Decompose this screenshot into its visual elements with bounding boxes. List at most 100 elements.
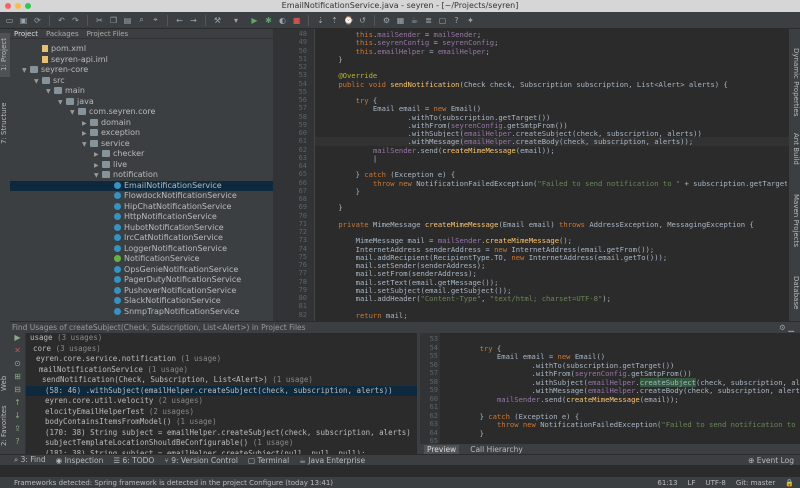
- vcs-history-icon[interactable]: ⌚: [343, 15, 354, 26]
- run-icon[interactable]: ▶: [249, 15, 260, 26]
- tree-item[interactable]: ▼ seyren-core: [10, 65, 273, 76]
- tree-item[interactable]: ▼ main: [10, 86, 273, 97]
- tree-item[interactable]: IrcCatNotificationService: [10, 233, 273, 244]
- tree-item[interactable]: ▼ service: [10, 139, 273, 150]
- tab-project-files-view[interactable]: Project Files: [87, 30, 129, 38]
- tool-inspection[interactable]: ◉ Inspection: [56, 456, 104, 465]
- debug-icon[interactable]: ✱: [263, 15, 274, 26]
- tree-item[interactable]: PushoverNotificationService: [10, 286, 273, 297]
- cut-icon[interactable]: ✂: [94, 15, 105, 26]
- usage-row[interactable]: usage (3 usages): [26, 333, 417, 344]
- collapse-all-icon[interactable]: ⊟: [10, 385, 25, 398]
- tree-item[interactable]: ▶ live: [10, 160, 273, 171]
- project-structure-icon[interactable]: ▦: [395, 15, 406, 26]
- tree-item[interactable]: ▼ src: [10, 76, 273, 87]
- sync-icon[interactable]: ⟳: [32, 15, 43, 26]
- usages-list[interactable]: usage (3 usages) core (3 usages) eyren.cor…: [26, 333, 417, 455]
- build-icon[interactable]: ⚒: [212, 15, 223, 26]
- tree-item[interactable]: EmailNotificationService: [10, 180, 273, 191]
- usage-row[interactable]: subjectTemplateLocationShouldBeConfigura…: [26, 438, 417, 449]
- vcs-update-icon[interactable]: ⇣: [315, 15, 326, 26]
- redo-icon[interactable]: ↷: [70, 15, 81, 26]
- tree-item[interactable]: HubotNotificationService: [10, 223, 273, 234]
- close-find-icon[interactable]: ✕: [10, 346, 25, 359]
- tree-item[interactable]: SnmpTrapNotificationService: [10, 307, 273, 318]
- help-icon[interactable]: ?: [10, 437, 25, 450]
- code-line[interactable]: }: [321, 55, 787, 64]
- tool-todo[interactable]: ☰ 6: TODO: [113, 456, 154, 465]
- next-occurrence-icon[interactable]: ↓: [10, 411, 25, 424]
- save-icon[interactable]: ▣: [18, 15, 29, 26]
- tree-item[interactable]: ▼ notification: [10, 170, 273, 181]
- code-line[interactable]: }: [321, 187, 787, 196]
- expand-all-icon[interactable]: ⊞: [10, 372, 25, 385]
- tab-structure[interactable]: 7: Structure: [0, 95, 10, 151]
- tool-java-enterprise[interactable]: ☕ Java Enterprise: [299, 456, 365, 465]
- tree-item[interactable]: ▶ checker: [10, 149, 273, 160]
- usage-row[interactable]: eyren.core.util.velocity (2 usages): [26, 396, 417, 407]
- vcs-commit-icon[interactable]: ⇡: [329, 15, 340, 26]
- code-line[interactable]: return mail;: [321, 311, 787, 320]
- stop-icon[interactable]: ■: [291, 15, 302, 26]
- run-config-dropdown[interactable]: ▾: [226, 15, 246, 26]
- previous-occurrence-icon[interactable]: ↑: [10, 398, 25, 411]
- git-branch[interactable]: Git: master: [736, 477, 775, 488]
- usage-row[interactable]: (58: 46) .withSubject(emailHelper.create…: [26, 385, 417, 396]
- tab-favorites[interactable]: 2: Favorites: [0, 401, 10, 451]
- close-icon[interactable]: [5, 3, 11, 9]
- tab-preview[interactable]: Preview: [424, 445, 460, 454]
- paste-icon[interactable]: ▤: [122, 15, 133, 26]
- tree-item[interactable]: pom.xml: [10, 44, 273, 55]
- zoom-icon[interactable]: [25, 3, 31, 9]
- tree-item[interactable]: HttpNotificationService: [10, 212, 273, 223]
- settings-icon[interactable]: ⚙: [779, 323, 786, 332]
- hide-icon[interactable]: ▁: [788, 323, 794, 332]
- tab-project[interactable]: 1: Project: [0, 33, 10, 77]
- rerun-icon[interactable]: ▶: [10, 333, 25, 346]
- usage-row[interactable]: sendNotification(Check, Subscription, Li…: [26, 375, 417, 386]
- copy-icon[interactable]: ❐: [108, 15, 119, 26]
- window-controls[interactable]: [5, 3, 31, 9]
- tab-dynamic-properties[interactable]: Dynamic Properties: [789, 41, 800, 123]
- code-editor[interactable]: 48 49 50 51 52 53 54 55 56 57 58 59 60 61 62 63 64 65 66 67…: [273, 29, 789, 321]
- back-icon[interactable]: ←: [174, 15, 185, 26]
- tool-terminal[interactable]: ▢ Terminal: [248, 456, 289, 465]
- tree-item[interactable]: ▼ java: [10, 97, 273, 108]
- open-folder-icon[interactable]: ▭: [4, 15, 15, 26]
- tool-find[interactable]: ⌕ 3: Find: [14, 455, 46, 465]
- tree-item[interactable]: ▶ domain: [10, 118, 273, 129]
- help-icon[interactable]: ?: [451, 15, 462, 26]
- tree-item[interactable]: PagerDutyNotificationService: [10, 275, 273, 286]
- tree-item[interactable]: ▶ exception: [10, 128, 273, 139]
- coverage-icon[interactable]: ◐: [277, 15, 288, 26]
- lock-icon[interactable]: 🔒: [785, 477, 794, 488]
- tree-item[interactable]: SlackNotificationService: [10, 296, 273, 307]
- tab-call-hierarchy[interactable]: Call Hierarchy: [467, 445, 526, 454]
- plugin-icon[interactable]: ✦: [465, 15, 476, 26]
- tree-item[interactable]: FlowdockNotificationService: [10, 191, 273, 202]
- sql-icon[interactable]: ≣: [423, 15, 434, 26]
- tree-item[interactable]: ▼ com.seyren.core: [10, 107, 273, 118]
- status-message[interactable]: Frameworks detected: Spring framework is…: [14, 479, 333, 487]
- usage-row[interactable]: eyren.core.service.notification (1 usage…: [26, 354, 417, 365]
- tab-project-view[interactable]: Project: [14, 30, 38, 38]
- caret-position[interactable]: 61:13: [657, 477, 677, 488]
- tab-ant-build[interactable]: Ant Build: [789, 129, 800, 169]
- tool-version-control[interactable]: ⑂ 9: Version Control: [164, 456, 238, 465]
- tree-item[interactable]: OpsGenieNotificationService: [10, 265, 273, 276]
- export-icon[interactable]: ⇪: [10, 424, 25, 437]
- tab-packages-view[interactable]: Packages: [46, 30, 79, 38]
- usage-row[interactable]: (170: 38) String subject = emailHelper.c…: [26, 428, 417, 439]
- forward-icon[interactable]: →: [188, 15, 199, 26]
- replace-icon[interactable]: ⌖: [150, 15, 161, 26]
- find-icon[interactable]: ⌕: [136, 15, 147, 26]
- file-encoding[interactable]: UTF-8: [705, 477, 725, 488]
- pin-icon[interactable]: ⊙: [10, 359, 25, 372]
- usage-row[interactable]: bodyContainsItemsFromModel() (1 usage): [26, 417, 417, 428]
- usage-row[interactable]: core (3 usages): [26, 344, 417, 355]
- usage-row[interactable]: elocityEmailHelperTest (2 usages): [26, 407, 417, 418]
- minimize-icon[interactable]: [15, 3, 21, 9]
- tab-web[interactable]: Web: [0, 376, 10, 391]
- tree-item[interactable]: seyren-api.iml: [10, 55, 273, 66]
- code-line[interactable]: mail.addHeader("Content-Type", "text/htm…: [321, 294, 787, 303]
